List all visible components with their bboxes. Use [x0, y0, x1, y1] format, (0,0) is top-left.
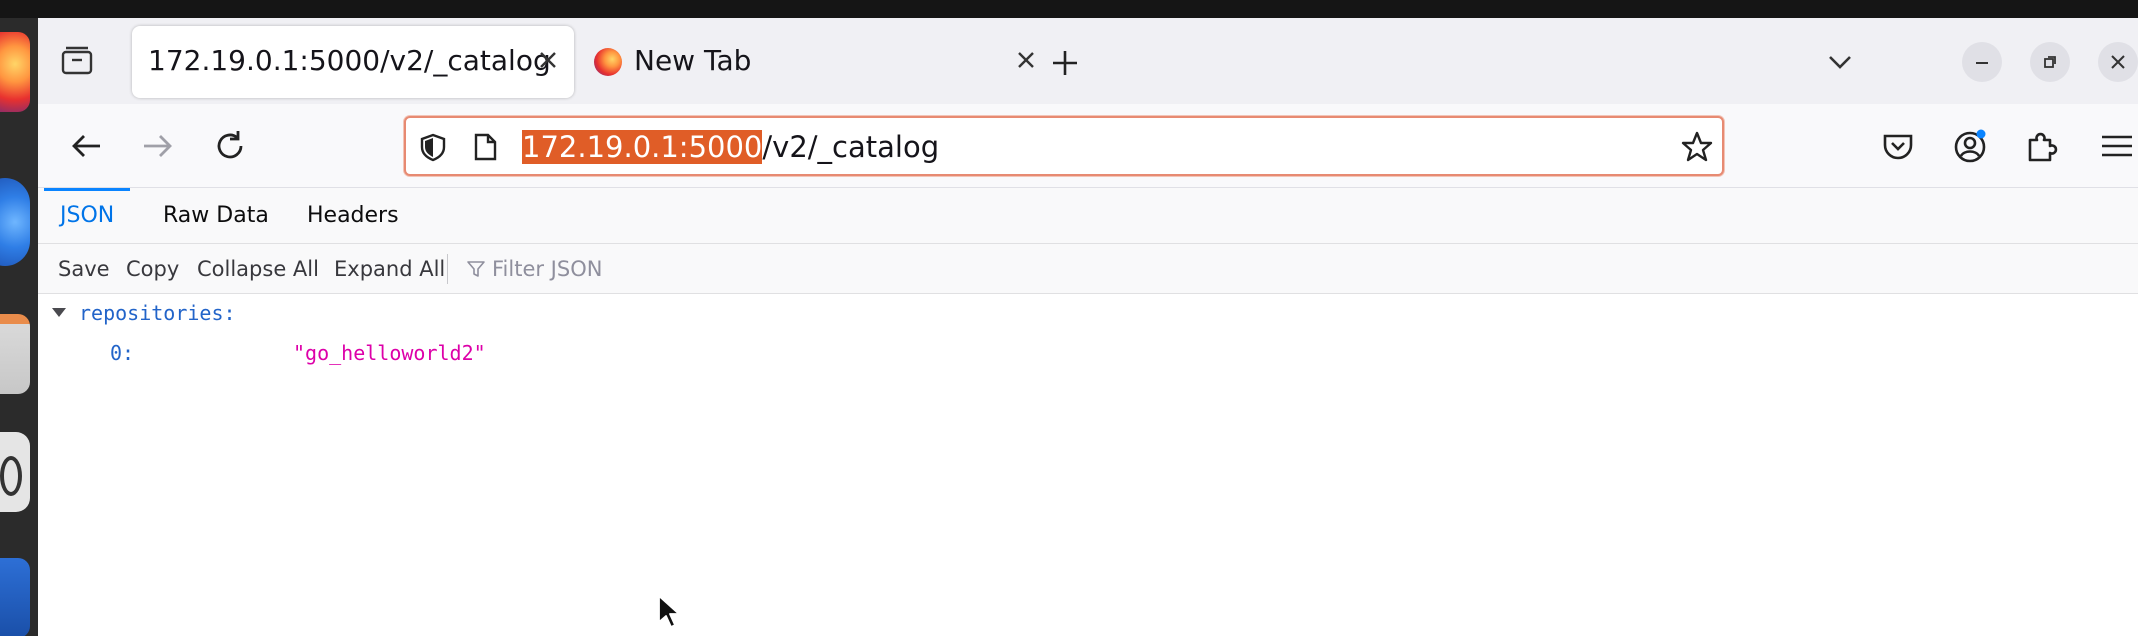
json-key-index[interactable]: 0: — [110, 338, 134, 368]
restore-button[interactable] — [2030, 42, 2070, 82]
dock-files-icon[interactable] — [0, 314, 30, 394]
tab-json[interactable]: JSON — [44, 188, 131, 244]
json-toolbar: Save Copy Collapse All Expand All — [38, 244, 2138, 294]
tab-overview-icon[interactable] — [60, 46, 94, 76]
minimize-button[interactable] — [1962, 42, 2002, 82]
dock-firefox-icon[interactable] — [0, 32, 30, 112]
url-path: /v2/_catalog — [762, 130, 940, 164]
pocket-icon[interactable] — [1880, 128, 1916, 164]
close-icon[interactable] — [534, 46, 562, 74]
new-tab-plus-icon[interactable] — [1050, 48, 1080, 78]
tab-title: 172.19.0.1:5000/v2/_catalog — [148, 44, 551, 77]
system-top-bar — [0, 0, 2138, 18]
shield-icon[interactable] — [418, 132, 448, 162]
dock-thunderbird-icon[interactable] — [0, 178, 30, 266]
copy-button[interactable]: Copy — [126, 244, 179, 294]
bookmark-star-icon[interactable] — [1680, 130, 1714, 164]
mouse-cursor-icon — [658, 595, 680, 628]
tab-raw-data[interactable]: Raw Data — [147, 188, 285, 244]
collapse-all-button[interactable]: Collapse All — [197, 244, 319, 294]
page-icon[interactable] — [472, 132, 498, 162]
extensions-icon[interactable] — [2024, 128, 2060, 164]
expand-all-button[interactable]: Expand All — [334, 244, 445, 294]
tab-title: New Tab — [634, 44, 752, 77]
dock-software-icon[interactable] — [0, 558, 30, 636]
filter-json-input[interactable] — [492, 252, 992, 286]
url-text[interactable]: 172.19.0.1:5000/v2/_catalog — [522, 128, 939, 166]
tab-bar: 172.19.0.1:5000/v2/_catalog New Tab — [38, 18, 2138, 104]
menu-icon[interactable] — [2096, 128, 2132, 164]
json-string-value[interactable]: "go_helloworld2" — [293, 338, 486, 368]
firefox-icon — [594, 48, 622, 76]
json-tree: repositories: 0: "go_helloworld2" — [38, 294, 2138, 636]
toolbar-divider — [447, 254, 448, 284]
save-button[interactable]: Save — [58, 244, 110, 294]
json-viewer-tabs: JSON Raw Data Headers — [38, 188, 2138, 244]
account-icon[interactable] — [1952, 128, 1988, 164]
tab-new-tab[interactable]: New Tab — [582, 26, 1052, 98]
url-host: 172.19.0.1:5000 — [522, 130, 763, 164]
minimize-icon — [1976, 62, 1988, 64]
tab-headers[interactable]: Headers — [291, 188, 415, 244]
close-icon[interactable] — [1012, 46, 1040, 74]
close-icon — [2111, 55, 2125, 69]
url-bar[interactable]: 172.19.0.1:5000/v2/_catalog — [404, 116, 1724, 176]
restore-icon — [2044, 56, 2056, 68]
json-key-repositories[interactable]: repositories: — [79, 298, 236, 328]
forward-arrow-icon[interactable] — [140, 128, 176, 164]
reload-icon[interactable] — [212, 128, 248, 164]
chevron-down-icon[interactable] — [1826, 48, 1854, 76]
back-arrow-icon[interactable] — [68, 128, 104, 164]
filter-icon — [467, 261, 485, 277]
window-close-button[interactable] — [2098, 42, 2138, 82]
tab-catalog[interactable]: 172.19.0.1:5000/v2/_catalog — [132, 26, 574, 98]
navigation-toolbar: 172.19.0.1:5000/v2/_catalog — [38, 104, 2138, 188]
expand-triangle-icon[interactable] — [52, 308, 66, 317]
dock-disk-icon[interactable] — [0, 432, 30, 512]
os-dock — [0, 18, 38, 636]
